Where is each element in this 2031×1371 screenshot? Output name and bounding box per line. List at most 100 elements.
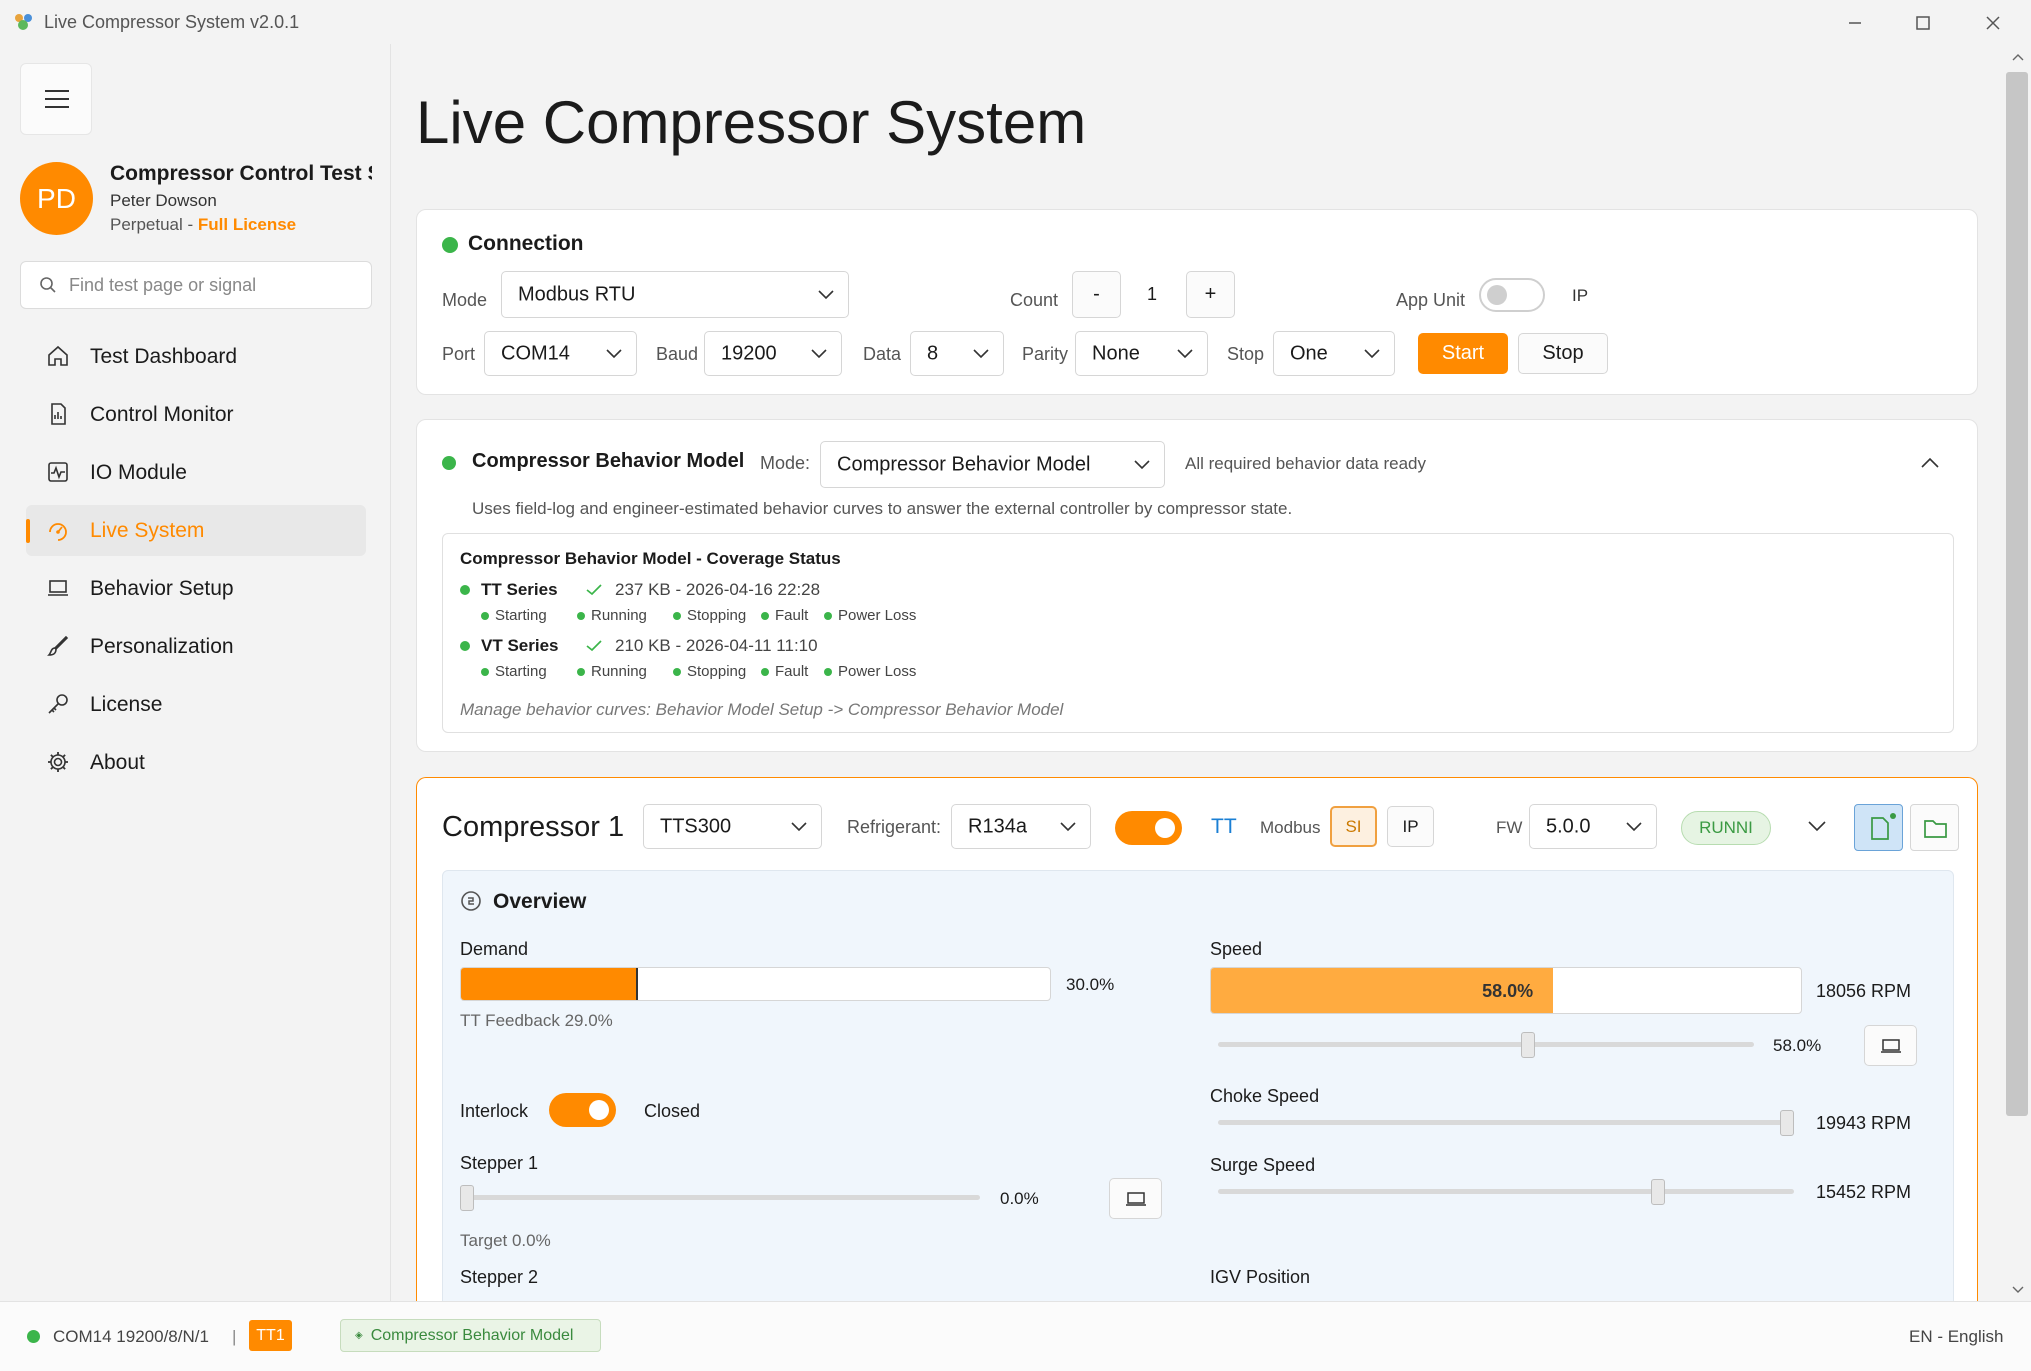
refrigerant-select[interactable]: R134a [951, 804, 1091, 849]
behavior-status-dot [442, 456, 456, 470]
sidebar-item-label: About [90, 751, 145, 774]
search-input[interactable] [69, 272, 359, 298]
title-bar: Live Compressor System v2.0.1 [0, 0, 2031, 44]
expand-button[interactable] [1808, 821, 1826, 833]
state-tag: Fault [761, 663, 808, 680]
stop-bits-select[interactable]: One [1273, 331, 1395, 376]
language-selector[interactable]: EN - English [1909, 1327, 2003, 1347]
log-file-button[interactable] [1854, 804, 1903, 851]
gear-icon [48, 752, 68, 772]
profile-user: Peter Dowson [110, 191, 217, 210]
avatar[interactable]: PD [20, 162, 93, 235]
demand-value: 30.0% [1066, 975, 1115, 994]
stepper1-slider-track[interactable] [460, 1195, 980, 1200]
compressor-type-label: TT [1211, 815, 1237, 838]
window-title: Live Compressor System v2.0.1 [44, 12, 300, 32]
stop-label: Stop [1227, 344, 1265, 364]
stepper1-slider-thumb[interactable] [460, 1185, 474, 1211]
speed-slider-value: 58.0% [1773, 1036, 1822, 1055]
key-icon [48, 694, 68, 714]
tt-feedback-text: TT Feedback 29.0% [460, 1011, 613, 1030]
state-tag: Stopping [673, 663, 746, 680]
compressor-model-select[interactable]: TTS300 [643, 804, 822, 849]
start-button[interactable]: Start [1418, 333, 1508, 374]
main-scrollbar[interactable] [2004, 44, 2031, 1301]
port-status-text: COM14 19200/8/N/1 [53, 1327, 209, 1346]
demand-progress-bar [460, 967, 1051, 1001]
scrollbar-thumb[interactable] [2006, 72, 2028, 1116]
maximize-icon[interactable] [1910, 10, 1936, 36]
search-box[interactable] [20, 261, 372, 309]
choke-speed-label: Choke Speed [1210, 1086, 1320, 1106]
overview-title: Overview [493, 890, 587, 913]
sidebar-item-live-system[interactable]: Live System [26, 505, 366, 556]
mode-select[interactable]: Modbus RTU [501, 271, 849, 318]
sidebar-item-label: Control Monitor [90, 403, 234, 426]
active-indicator [26, 519, 30, 543]
data-select[interactable]: 8 [910, 331, 1004, 376]
live-gauge-icon [49, 523, 67, 541]
minimize-icon[interactable] [1842, 10, 1868, 36]
si-unit-button[interactable]: SI [1330, 806, 1377, 847]
hamburger-menu-button[interactable] [20, 63, 92, 135]
coverage-panel: Compressor Behavior Model - Coverage Sta… [442, 533, 1954, 733]
count-increment-button[interactable]: + [1186, 271, 1235, 318]
baud-select[interactable]: 19200 [704, 331, 842, 376]
state-dot [761, 668, 769, 677]
choke-slider-thumb[interactable] [1780, 1110, 1794, 1136]
diamond-icon: ◈ [355, 1330, 363, 1341]
series-status-dot [460, 641, 470, 651]
port-select[interactable]: COM14 [484, 331, 637, 376]
state-tag: Starting [481, 663, 547, 680]
connection-card: Connection Mode Modbus RTU Count - 1 + A… [416, 209, 1978, 395]
surge-slider-thumb[interactable] [1650, 1179, 1665, 1205]
collapse-button[interactable] [1921, 456, 1939, 468]
chevron-down-icon [1177, 348, 1193, 358]
chevron-down-icon [791, 821, 807, 831]
check-icon [586, 640, 602, 652]
license-level[interactable]: Full License [198, 215, 296, 234]
state-dot [577, 612, 585, 621]
sidebar-item-label: Test Dashboard [90, 345, 238, 368]
model-badge[interactable]: ◈ Compressor Behavior Model [340, 1319, 601, 1352]
stop-button[interactable]: Stop [1518, 333, 1608, 374]
model-badge-label: Compressor Behavior Model [370, 1326, 574, 1344]
count-value[interactable]: 1 [1147, 284, 1157, 305]
brush-icon [47, 635, 69, 656]
sidebar-item-personalization[interactable]: Personalization [26, 621, 366, 672]
ip-unit-button[interactable]: IP [1387, 806, 1434, 847]
demand-progress-fill [461, 968, 638, 1000]
chevron-down-icon [1060, 821, 1076, 831]
choke-slider-track[interactable] [1218, 1120, 1794, 1125]
app-unit-toggle[interactable] [1479, 278, 1545, 312]
speed-manual-button[interactable] [1864, 1025, 1917, 1066]
speed-label: Speed [1210, 939, 1263, 959]
state-tag: Power Loss [824, 607, 916, 624]
stepper1-label: Stepper 1 [460, 1153, 539, 1173]
surge-slider-track[interactable] [1218, 1189, 1794, 1194]
parity-select[interactable]: None [1075, 331, 1208, 376]
scroll-up-icon [2012, 54, 2024, 61]
sidebar-item-io-module[interactable]: IO Module [26, 447, 366, 498]
sidebar-item-license[interactable]: License [26, 679, 366, 730]
behavior-mode-select[interactable]: Compressor Behavior Model [820, 441, 1165, 488]
sidebar-item-about[interactable]: About [26, 737, 366, 788]
sidebar-item-behavior-setup[interactable]: Behavior Setup [26, 563, 366, 614]
open-folder-button[interactable] [1910, 804, 1959, 851]
overview-icon [461, 891, 481, 911]
behavior-title: Compressor Behavior Model [472, 450, 745, 472]
speed-slider-track[interactable] [1218, 1042, 1754, 1047]
sidebar-item-label: Personalization [90, 635, 234, 658]
stepper1-manual-button[interactable] [1109, 1178, 1162, 1219]
count-decrement-button[interactable]: - [1072, 271, 1121, 318]
scroll-down-icon [2012, 1286, 2024, 1293]
interlock-toggle[interactable] [549, 1093, 616, 1127]
fw-select[interactable]: 5.0.0 [1529, 804, 1657, 849]
compressor-card: Compressor 1 TTS300 Refrigerant: R134a T… [416, 777, 1978, 1310]
sidebar-item-control-monitor[interactable]: Control Monitor [26, 389, 366, 440]
unit-badge[interactable]: TT1 [249, 1320, 292, 1351]
close-icon[interactable] [1980, 10, 2006, 36]
sidebar-item-test-dashboard[interactable]: Test Dashboard [26, 331, 366, 382]
speed-slider-thumb[interactable] [1520, 1032, 1535, 1058]
compressor-enable-toggle[interactable] [1115, 811, 1182, 845]
